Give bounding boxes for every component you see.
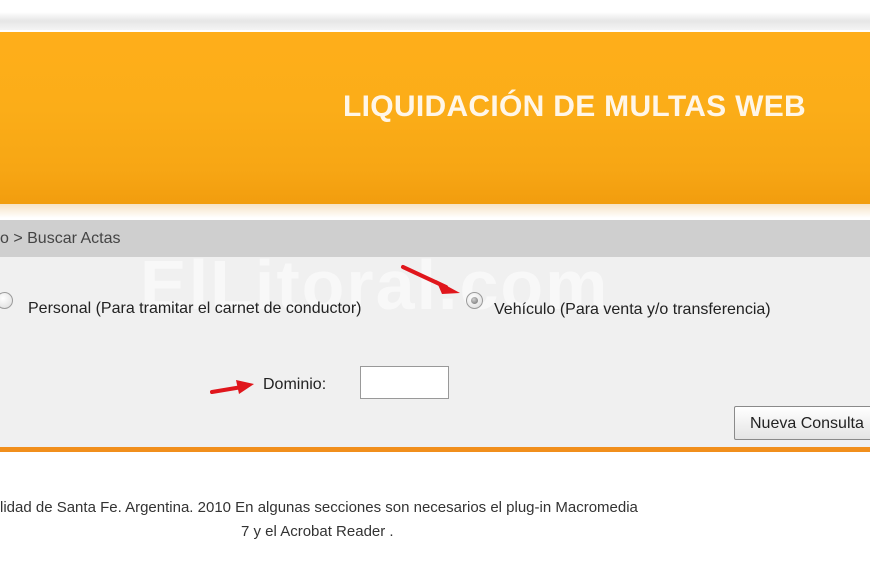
dominio-input[interactable] <box>360 366 449 399</box>
page-title: LIQUIDACIÓN DE MULTAS WEB <box>343 90 807 123</box>
footer-line-1: lidad de Santa Fe. Argentina. 2010 En al… <box>0 499 638 516</box>
top-shadow <box>0 0 870 30</box>
footer-line-2: 7 y el Acrobat Reader . <box>241 523 394 540</box>
radio-personal-label: Personal (Para tramitar el carnet de con… <box>28 300 362 317</box>
radio-vehiculo-label: Vehículo (Para venta y/o transferencia) <box>494 301 771 318</box>
annotation-arrow-icon <box>401 265 460 294</box>
annotation-arrow-icon <box>210 380 254 394</box>
nueva-consulta-button[interactable]: Nueva Consulta <box>734 406 870 440</box>
header-divider <box>0 204 870 218</box>
breadcrumb-text: o > Buscar Actas <box>0 230 121 247</box>
panel-bottom-line <box>0 447 870 452</box>
dominio-label: Dominio: <box>263 376 327 393</box>
radio-vehiculo[interactable] <box>466 292 483 309</box>
